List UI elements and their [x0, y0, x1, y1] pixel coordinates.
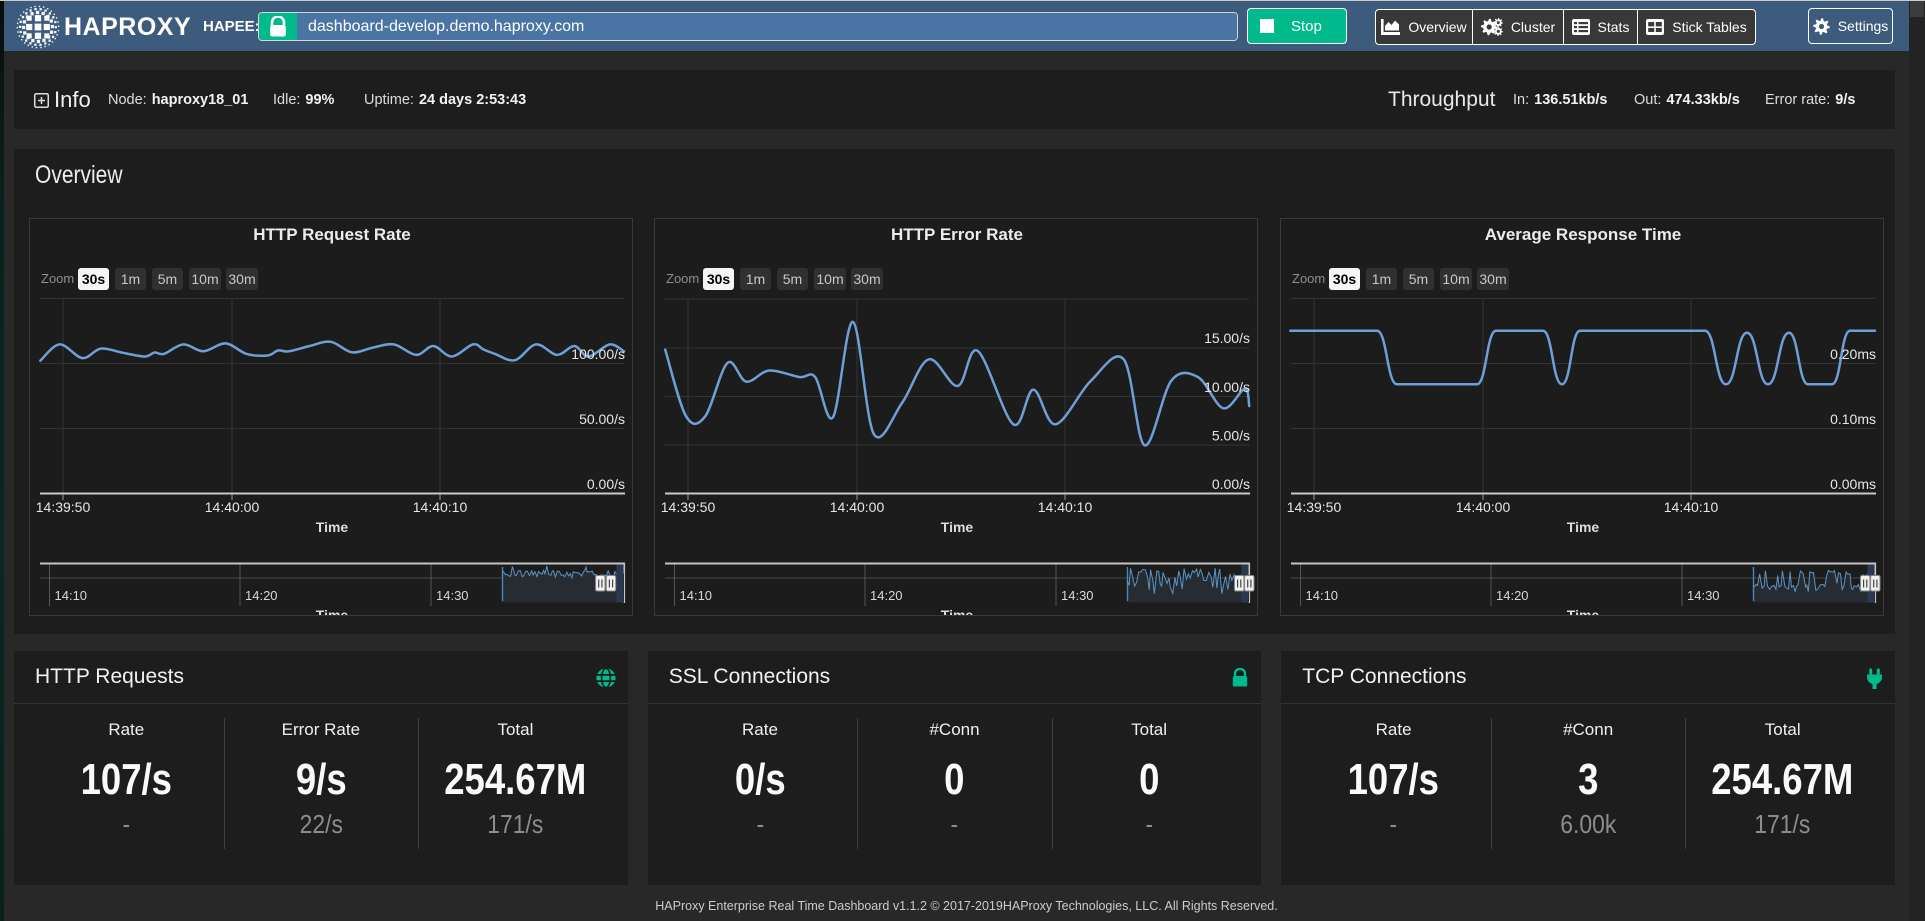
- svg-text:14:40:10: 14:40:10: [1663, 499, 1718, 515]
- svg-text:5m: 5m: [783, 271, 802, 287]
- svg-text:1m: 1m: [1371, 271, 1390, 287]
- svg-text:10m: 10m: [817, 271, 844, 287]
- svg-text:0.00/s: 0.00/s: [1212, 476, 1250, 492]
- svg-text:10m: 10m: [1442, 271, 1469, 287]
- svg-text:14:20: 14:20: [870, 588, 903, 603]
- svg-text:Time: Time: [316, 607, 349, 616]
- svg-text:Time: Time: [941, 607, 974, 616]
- svg-text:Zoom: Zoom: [666, 271, 699, 286]
- svg-text:0.10ms: 0.10ms: [1830, 411, 1876, 427]
- svg-text:14:39:50: 14:39:50: [661, 499, 716, 515]
- svg-text:30s: 30s: [82, 271, 106, 287]
- svg-text:14:40:10: 14:40:10: [1038, 499, 1093, 515]
- svg-text:10.00/s: 10.00/s: [1204, 379, 1250, 395]
- svg-text:Time: Time: [1566, 607, 1599, 616]
- svg-text:14:30: 14:30: [436, 588, 469, 603]
- svg-text:15.00/s: 15.00/s: [1204, 330, 1250, 346]
- svg-text:10m: 10m: [191, 271, 218, 287]
- svg-text:0.00ms: 0.00ms: [1830, 476, 1876, 492]
- svg-text:14:10: 14:10: [55, 588, 88, 603]
- svg-text:5.00/s: 5.00/s: [1212, 427, 1250, 443]
- svg-text:14:39:50: 14:39:50: [36, 499, 91, 515]
- svg-text:14:10: 14:10: [1305, 588, 1338, 603]
- svg-text:5m: 5m: [1408, 271, 1427, 287]
- svg-text:0.00/s: 0.00/s: [587, 476, 625, 492]
- svg-text:HTTP Error Rate: HTTP Error Rate: [891, 225, 1023, 244]
- svg-text:Average Response Time: Average Response Time: [1484, 225, 1681, 244]
- svg-text:30s: 30s: [707, 271, 731, 287]
- svg-text:100.00/s: 100.00/s: [571, 346, 625, 362]
- svg-text:Zoom: Zoom: [41, 271, 74, 286]
- svg-text:14:10: 14:10: [680, 588, 713, 603]
- svg-text:Zoom: Zoom: [1292, 271, 1325, 286]
- svg-text:14:40:00: 14:40:00: [830, 499, 885, 515]
- svg-text:14:40:00: 14:40:00: [205, 499, 260, 515]
- svg-text:1m: 1m: [121, 271, 140, 287]
- svg-text:14:30: 14:30: [1687, 588, 1720, 603]
- svg-text:14:30: 14:30: [1061, 588, 1094, 603]
- svg-text:30s: 30s: [1333, 271, 1357, 287]
- svg-text:30m: 30m: [1479, 271, 1506, 287]
- svg-text:14:20: 14:20: [1496, 588, 1529, 603]
- svg-text:14:20: 14:20: [245, 588, 278, 603]
- svg-text:1m: 1m: [746, 271, 765, 287]
- svg-text:14:39:50: 14:39:50: [1286, 499, 1341, 515]
- svg-text:30m: 30m: [854, 271, 881, 287]
- svg-text:50.00/s: 50.00/s: [579, 411, 625, 427]
- svg-text:14:40:10: 14:40:10: [413, 499, 468, 515]
- svg-text:Time: Time: [941, 519, 974, 535]
- svg-text:HTTP Request Rate: HTTP Request Rate: [253, 225, 410, 244]
- svg-text:Time: Time: [316, 519, 349, 535]
- svg-text:Time: Time: [1566, 519, 1599, 535]
- svg-text:0.20ms: 0.20ms: [1830, 346, 1876, 362]
- svg-text:14:40:00: 14:40:00: [1455, 499, 1510, 515]
- svg-text:5m: 5m: [158, 271, 177, 287]
- svg-text:30m: 30m: [228, 271, 255, 287]
